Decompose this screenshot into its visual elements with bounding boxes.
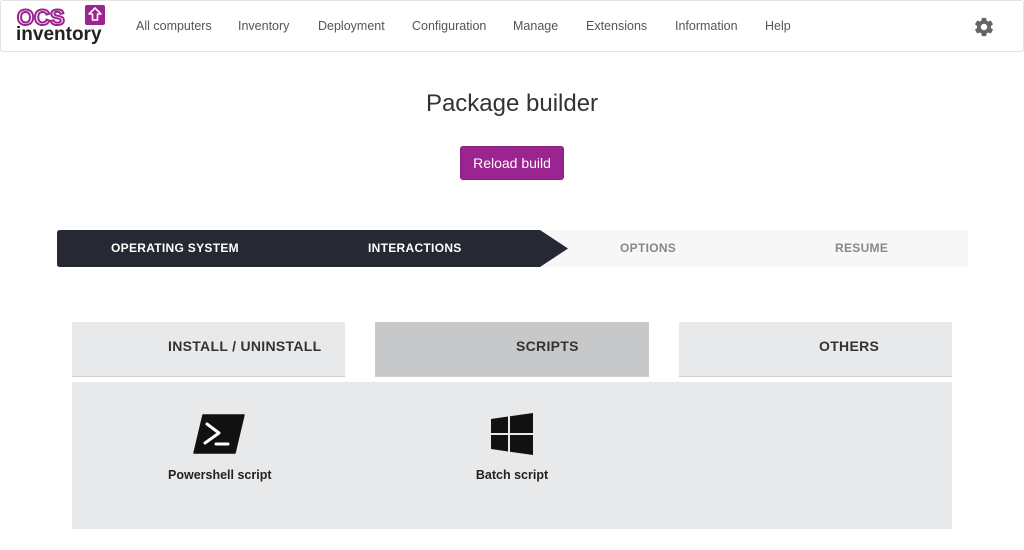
- gear-icon[interactable]: [973, 16, 995, 38]
- nav-extensions[interactable]: Extensions: [586, 19, 647, 33]
- nav-all-computers[interactable]: All computers: [136, 19, 212, 33]
- tab-others[interactable]: OTHERS: [679, 322, 952, 377]
- nav-deployment[interactable]: Deployment: [318, 19, 385, 33]
- tab-scripts[interactable]: SCRIPTS: [375, 322, 649, 377]
- scripts-panel: Powershell script Batch script: [72, 382, 952, 529]
- nav-help[interactable]: Help: [765, 19, 791, 33]
- ocs-inventory-logo[interactable]: OCS inventory: [15, 5, 107, 47]
- step-resume[interactable]: RESUME: [835, 241, 888, 255]
- page-title: Package builder: [425, 90, 599, 117]
- nav-information[interactable]: Information: [675, 19, 738, 33]
- reload-build-button[interactable]: Reload build: [460, 146, 564, 180]
- step-interactions[interactable]: INTERACTIONS: [368, 241, 462, 255]
- option-batch-script[interactable]: Batch script: [462, 412, 562, 492]
- tab-install-uninstall[interactable]: INSTALL / UNINSTALL: [72, 322, 345, 377]
- option-label: Powershell script: [168, 468, 272, 482]
- wizard-steps: OPERATING SYSTEM INTERACTIONS OPTIONS RE…: [57, 230, 968, 267]
- tab-label: INSTALL / UNINSTALL: [168, 338, 322, 354]
- nav-manage[interactable]: Manage: [513, 19, 558, 33]
- tab-label: OTHERS: [819, 338, 880, 354]
- option-label: Batch script: [475, 468, 549, 482]
- step-options[interactable]: OPTIONS: [620, 241, 676, 255]
- logo-upload-icon: [85, 5, 105, 25]
- logo-text-inventory: inventory: [16, 24, 102, 45]
- option-powershell-script[interactable]: Powershell script: [168, 412, 272, 492]
- top-navbar: OCS inventory All computers Inventory De…: [0, 0, 1024, 52]
- step-operating-system[interactable]: OPERATING SYSTEM: [111, 241, 239, 255]
- tab-label: SCRIPTS: [516, 338, 579, 354]
- nav-configuration[interactable]: Configuration: [412, 19, 486, 33]
- windows-icon: [491, 413, 533, 460]
- powershell-icon: [193, 414, 245, 459]
- nav-inventory[interactable]: Inventory: [238, 19, 289, 33]
